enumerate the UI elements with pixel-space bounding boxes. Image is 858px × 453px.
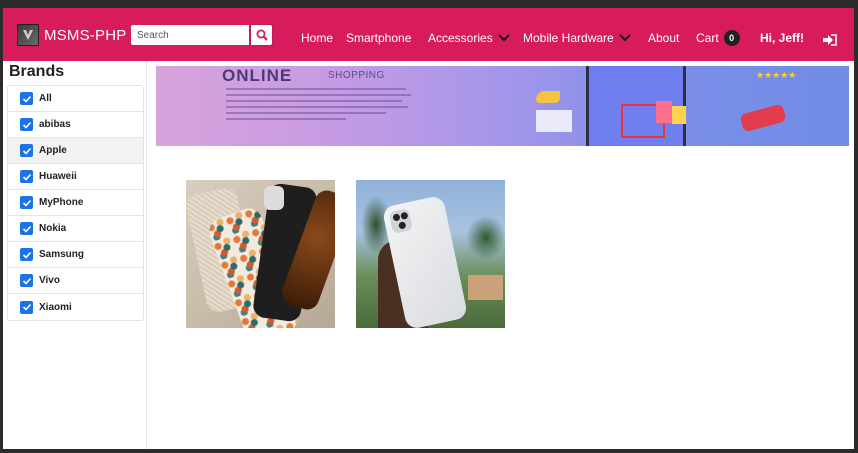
product-image-part	[264, 186, 284, 210]
brand-filter-sidebar: Brands All abibas Apple Huaweii MyPhone	[3, 61, 147, 449]
checkbox-checked-icon[interactable]	[20, 118, 33, 131]
brand-label: Huaweii	[39, 171, 77, 182]
sale-tag-illustration	[739, 103, 787, 133]
brand-filter-myphone[interactable]: MyPhone	[8, 190, 143, 216]
brand-link[interactable]: MSMS-PHP	[17, 24, 126, 46]
brand-filter-abibas[interactable]: abibas	[8, 112, 143, 138]
checkbox-checked-icon[interactable]	[20, 196, 33, 209]
shoe-illustration	[536, 91, 560, 103]
nav-cart-label: Cart	[696, 31, 719, 45]
checkbox-checked-icon[interactable]	[20, 300, 33, 314]
brand-label: Nokia	[39, 223, 67, 234]
rating-stars-icon: ★★★★★	[756, 71, 797, 81]
nav-mobile-hardware-dropdown[interactable]: Mobile Hardware	[523, 31, 631, 45]
checkbox-checked-icon[interactable]	[20, 222, 33, 235]
brand-logo-icon	[17, 24, 39, 46]
search-input[interactable]	[130, 24, 250, 46]
search-form	[130, 24, 273, 46]
sign-out-icon[interactable]	[823, 31, 837, 46]
nav-home[interactable]: Home	[301, 31, 333, 45]
nav-smartphone[interactable]: Smartphone	[346, 31, 411, 45]
product-image-part	[468, 275, 503, 300]
chevron-down-icon	[618, 34, 631, 42]
checkbox-checked-icon[interactable]	[20, 248, 33, 261]
product-card-phone-cases[interactable]	[186, 180, 335, 328]
shopping-bag-illustration	[672, 106, 686, 124]
brand-filter-all[interactable]: All	[8, 86, 143, 112]
banner-title: ONLINE	[222, 66, 293, 85]
card-illustration	[536, 110, 572, 132]
nav-mobile-hardware-label: Mobile Hardware	[523, 31, 614, 45]
product-image-part	[466, 215, 505, 260]
brand-label: Vivo	[39, 275, 60, 286]
nav-accessories-label: Accessories	[428, 31, 493, 45]
nav-accessories-dropdown[interactable]: Accessories	[428, 31, 510, 45]
nav-about[interactable]: About	[648, 31, 679, 45]
brand-filter-xiaomi[interactable]: Xiaomi	[8, 294, 143, 320]
cart-count-badge: 0	[723, 30, 740, 46]
checkbox-checked-icon[interactable]	[20, 170, 33, 183]
brand-filter-vivo[interactable]: Vivo	[8, 268, 143, 294]
brand-label: Samsung	[39, 249, 85, 260]
user-greeting[interactable]: Hi, Jeff!	[760, 31, 804, 45]
banner-text-lines	[226, 88, 416, 124]
brand-label: abibas	[39, 119, 71, 130]
brand-list: All abibas Apple Huaweii MyPhone Nokia S…	[7, 85, 144, 321]
brand-name: MSMS-PHP	[44, 26, 127, 44]
sidebar-title: Brands	[9, 63, 65, 80]
shopping-bag-illustration	[656, 101, 672, 123]
brand-label: Xiaomi	[39, 301, 72, 313]
checkbox-checked-icon[interactable]	[20, 92, 33, 105]
brand-filter-samsung[interactable]: Samsung	[8, 242, 143, 268]
checkbox-checked-icon[interactable]	[20, 274, 33, 287]
product-card-iphone[interactable]	[356, 180, 505, 328]
brand-label: All	[39, 93, 52, 104]
checkbox-checked-icon[interactable]	[20, 144, 33, 157]
nav-cart[interactable]: Cart 0	[696, 30, 740, 46]
camera-icon	[388, 208, 413, 234]
search-icon	[256, 29, 268, 41]
app-window: MSMS-PHP Home Smartphone Accessories Mob…	[3, 8, 854, 449]
brand-filter-huaweii[interactable]: Huaweii	[8, 164, 143, 190]
brand-label: MyPhone	[39, 197, 84, 208]
brand-filter-apple[interactable]: Apple	[8, 138, 143, 164]
brand-filter-nokia[interactable]: Nokia	[8, 216, 143, 242]
top-navbar: MSMS-PHP Home Smartphone Accessories Mob…	[3, 8, 854, 61]
promo-banner: ONLINE SHOPPING ★★★★★	[156, 66, 849, 146]
chevron-down-icon	[497, 34, 510, 42]
banner-subtitle: SHOPPING	[328, 70, 385, 81]
search-button[interactable]	[250, 24, 273, 46]
brand-label: Apple	[39, 145, 67, 156]
